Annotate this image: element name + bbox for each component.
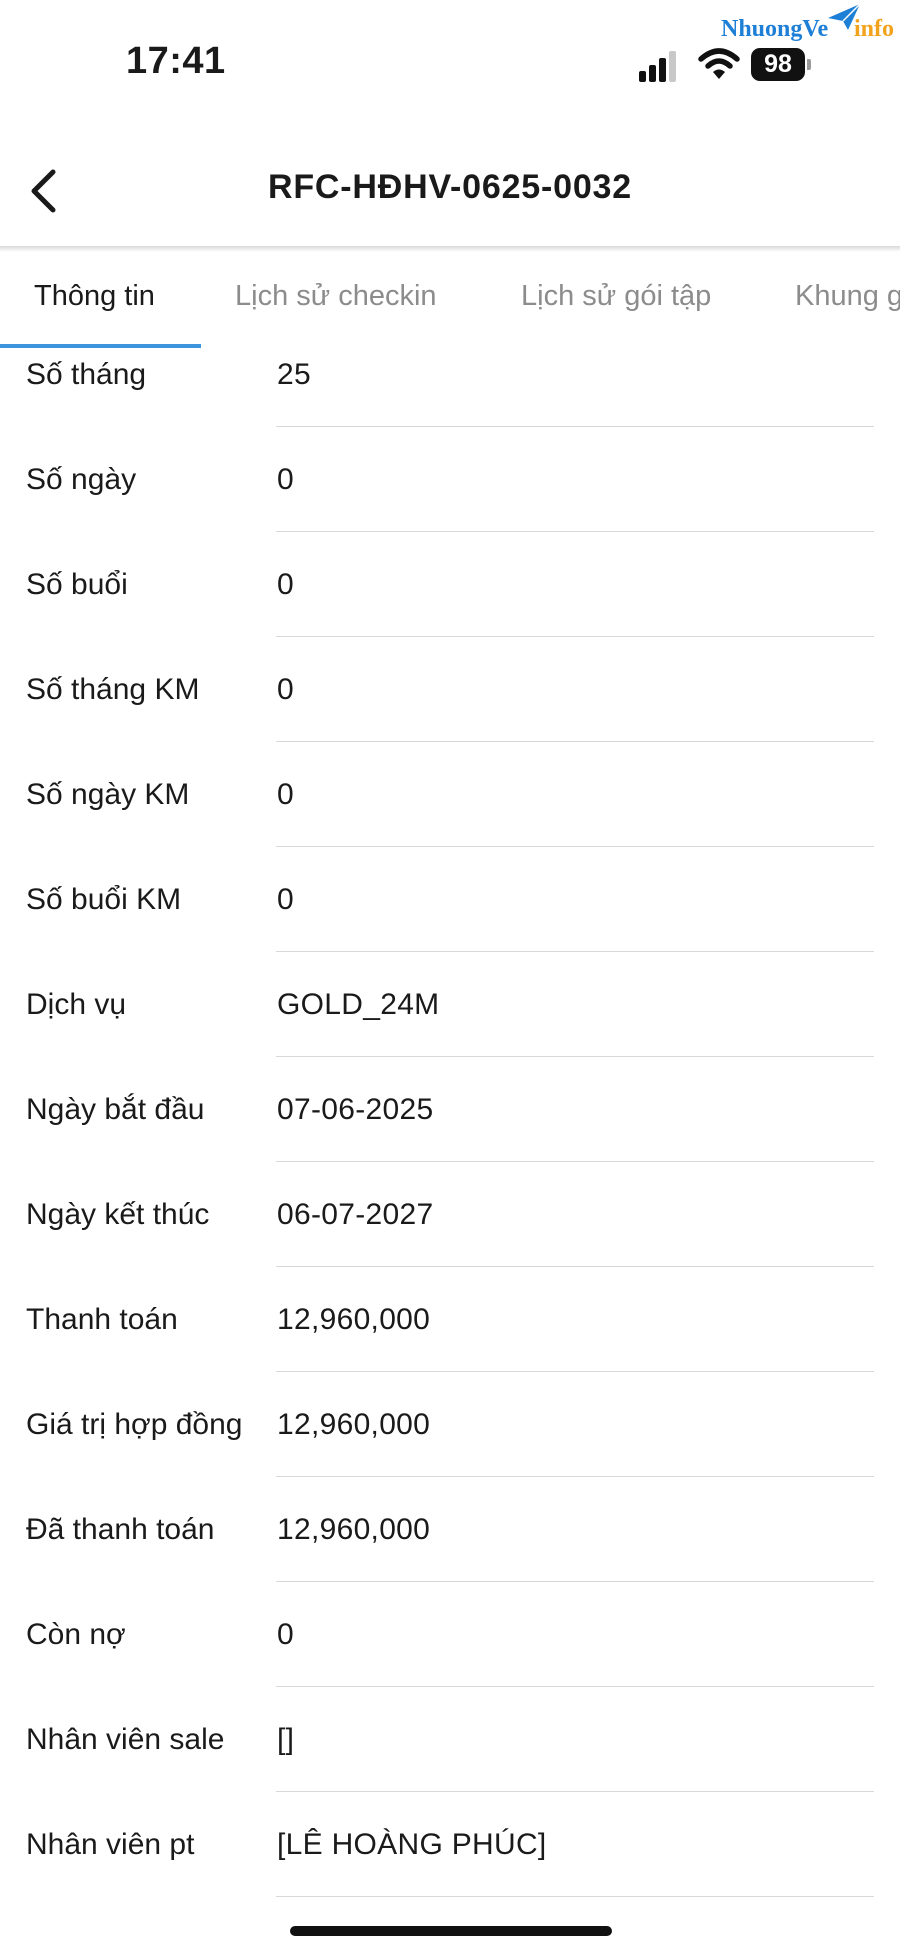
detail-value: 12,960,000 bbox=[277, 1513, 431, 1546]
watermark-logo: NhuongVe info bbox=[718, 2, 900, 62]
detail-label: Số ngày bbox=[26, 463, 137, 496]
detail-label: Ngày bắt đầu bbox=[26, 1093, 205, 1126]
detail-value: 0 bbox=[277, 778, 294, 811]
detail-row: Số tháng 25 bbox=[0, 348, 900, 427]
home-indicator[interactable] bbox=[290, 1926, 612, 1936]
row-divider bbox=[276, 1896, 874, 1897]
detail-row: Số buổi 0 bbox=[0, 532, 900, 637]
detail-row: Thanh toán 12,960,000 bbox=[0, 1267, 900, 1372]
tab-lich-su-checkin[interactable]: Lịch sử checkin bbox=[235, 280, 437, 313]
detail-row: Nhân viên sale [] bbox=[0, 1687, 900, 1792]
detail-label: Số buổi bbox=[26, 568, 128, 601]
detail-row: Số tháng KM 0 bbox=[0, 637, 900, 742]
detail-value: 0 bbox=[277, 1618, 294, 1651]
detail-label: Nhân viên sale bbox=[26, 1723, 225, 1756]
watermark-suffix: info bbox=[854, 16, 895, 42]
app-header: RFC-HĐHV-0625-0032 bbox=[0, 130, 900, 247]
detail-row: Ngày kết thúc 06-07-2027 bbox=[0, 1162, 900, 1267]
signal-icon bbox=[639, 50, 681, 82]
detail-label: Còn nợ bbox=[26, 1618, 126, 1651]
detail-value: 12,960,000 bbox=[277, 1408, 431, 1441]
detail-row: Còn nợ 0 bbox=[0, 1582, 900, 1687]
detail-row: Số buổi KM 0 bbox=[0, 847, 900, 952]
detail-label: Số tháng KM bbox=[26, 673, 200, 706]
page-title: RFC-HĐHV-0625-0032 bbox=[268, 168, 632, 206]
contract-details-list[interactable]: Số tháng 25 Số ngày 0 Số buổi 0 Số tháng KM 0 Số… bbox=[0, 348, 900, 1897]
detail-value: [LÊ HOÀNG PHÚC] bbox=[277, 1828, 547, 1861]
detail-row: Giá trị hợp đồng 12,960,000 bbox=[0, 1372, 900, 1477]
tab-bar: Thông tin Lịch sử checkin Lịch sử gói tậ… bbox=[0, 252, 900, 348]
detail-value: 0 bbox=[277, 568, 294, 601]
detail-label: Số buổi KM bbox=[26, 883, 182, 916]
tab-lich-su-goi-tap[interactable]: Lịch sử gói tập bbox=[521, 280, 711, 313]
status-bar: 17:41 98 NhuongVe info bbox=[0, 0, 900, 130]
detail-row: Nhân viên pt [LÊ HOÀNG PHÚC] bbox=[0, 1792, 900, 1897]
detail-value: [] bbox=[277, 1723, 295, 1756]
detail-label: Số ngày KM bbox=[26, 778, 190, 811]
detail-label: Dịch vụ bbox=[26, 988, 127, 1021]
detail-value: 0 bbox=[277, 673, 294, 706]
detail-label: Thanh toán bbox=[26, 1303, 178, 1336]
detail-value: 12,960,000 bbox=[277, 1303, 431, 1336]
detail-row: Số ngày KM 0 bbox=[0, 742, 900, 847]
detail-value: 0 bbox=[277, 883, 294, 916]
detail-row: Số ngày 0 bbox=[0, 427, 900, 532]
detail-label: Đã thanh toán bbox=[26, 1513, 215, 1546]
detail-value: GOLD_24M bbox=[277, 988, 440, 1021]
detail-row: Đã thanh toán 12,960,000 bbox=[0, 1477, 900, 1582]
tab-khung-gio[interactable]: Khung g bbox=[795, 280, 900, 313]
watermark-text: NhuongVe bbox=[721, 16, 829, 42]
detail-label: Giá trị hợp đồng bbox=[26, 1408, 243, 1441]
detail-value: 07-06-2025 bbox=[277, 1093, 434, 1126]
detail-value: 0 bbox=[277, 463, 294, 496]
status-time: 17:41 bbox=[126, 40, 226, 82]
detail-label: Ngày kết thúc bbox=[26, 1198, 210, 1231]
tab-thong-tin[interactable]: Thông tin bbox=[34, 280, 155, 313]
detail-label: Nhân viên pt bbox=[26, 1828, 195, 1861]
detail-label: Số tháng bbox=[26, 358, 147, 391]
detail-row: Dịch vụ GOLD_24M bbox=[0, 952, 900, 1057]
detail-value: 25 bbox=[277, 358, 311, 391]
detail-value: 06-07-2027 bbox=[277, 1198, 434, 1231]
detail-row: Ngày bắt đầu 07-06-2025 bbox=[0, 1057, 900, 1162]
